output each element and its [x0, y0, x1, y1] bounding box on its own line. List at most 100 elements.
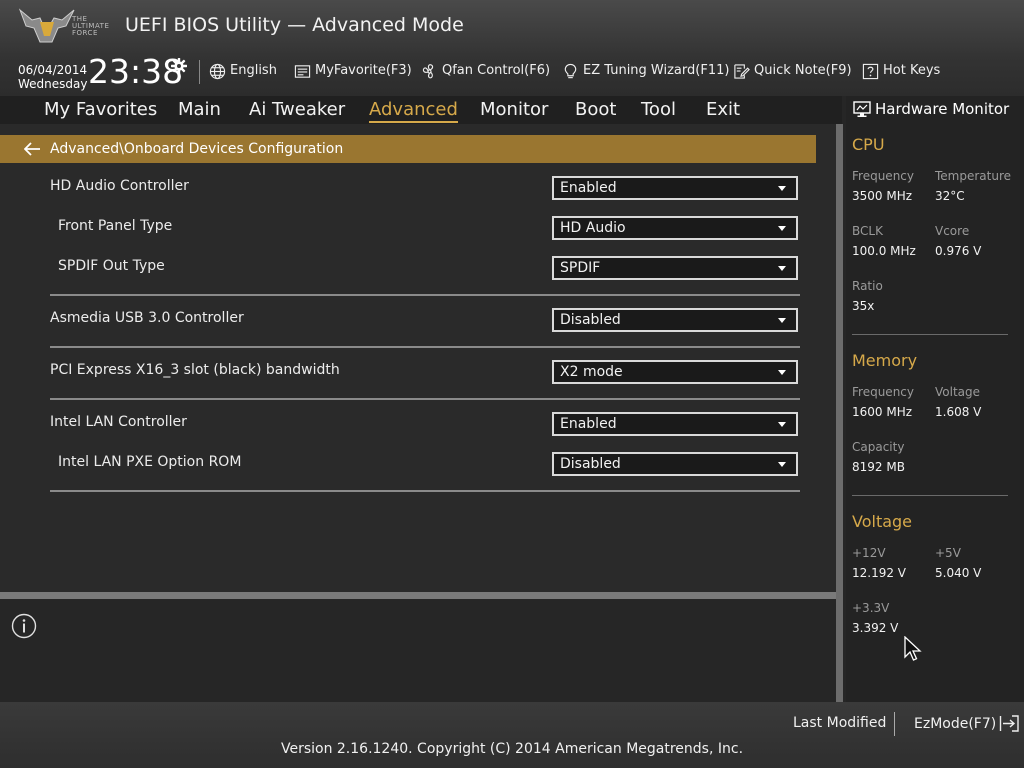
caret-down-icon — [778, 226, 786, 231]
memory-capacity-value: 8192 MB — [852, 460, 905, 474]
memory-voltage-value: 1.608 V — [935, 405, 982, 419]
dropdown-intel-lan-controller[interactable]: Enabled — [552, 412, 798, 436]
caret-down-icon — [778, 266, 786, 271]
logo-text: THE ULTIMATE FORCE — [72, 16, 109, 37]
date-display: 06/04/2014 Wednesday — [18, 63, 87, 91]
header-bar: THE ULTIMATE FORCE UEFI BIOS Utility — A… — [0, 0, 1024, 96]
setting-label-asmedia-usb3: Asmedia USB 3.0 Controller — [50, 310, 244, 326]
exit-arrow-icon — [1000, 715, 1019, 732]
dropdown-value: Enabled — [560, 180, 617, 196]
dropdown-value: SPDIF — [560, 260, 601, 276]
question-icon — [862, 63, 879, 79]
caret-down-icon — [778, 186, 786, 191]
dropdown-asmedia-usb3[interactable]: Disabled — [552, 308, 798, 332]
cpu-ratio-label: Ratio — [852, 279, 883, 293]
tab-boot[interactable]: Boot — [575, 99, 616, 121]
mouse-cursor-icon — [904, 636, 922, 661]
v33-value: 3.392 V — [852, 621, 899, 635]
hardware-monitor-panel: Hardware Monitor CPU Frequency Temperatu… — [846, 96, 1024, 702]
footer-separator — [894, 712, 895, 736]
v12-value: 12.192 V — [852, 566, 907, 580]
tab-main[interactable]: Main — [178, 99, 221, 121]
cpu-bclk-value: 100.0 MHz — [852, 244, 916, 258]
dropdown-value: HD Audio — [560, 220, 626, 236]
hot-keys-button[interactable]: Hot Keys — [862, 62, 940, 80]
cpu-vcore-value: 0.976 V — [935, 244, 982, 258]
tab-ai-tweaker[interactable]: Ai Tweaker — [249, 99, 345, 121]
fan-icon — [422, 63, 434, 78]
panel-splitter[interactable] — [0, 592, 836, 599]
quick-note-button[interactable]: Quick Note(F9) — [733, 62, 852, 80]
caret-down-icon — [778, 370, 786, 375]
last-modified-button[interactable]: Last Modified — [793, 715, 886, 731]
voltage-section-title: Voltage — [852, 512, 913, 531]
globe-icon — [209, 63, 226, 79]
logo-line: FORCE — [72, 29, 98, 37]
setting-label-intel-lan-pxe-rom: Intel LAN PXE Option ROM — [58, 454, 242, 470]
tab-tool[interactable]: Tool — [641, 99, 676, 121]
hw-divider — [852, 334, 1008, 335]
lightbulb-icon — [564, 63, 577, 78]
ez-tuning-wizard-button[interactable]: EZ Tuning Wizard(F11) — [562, 62, 729, 80]
language-label: English — [230, 63, 277, 78]
hw-divider — [852, 495, 1008, 496]
dropdown-front-panel-type[interactable]: HD Audio — [552, 216, 798, 240]
ezmode-label: EzMode(F7) — [914, 715, 997, 732]
breadcrumb[interactable]: Advanced\Onboard Devices Configuration — [0, 135, 816, 163]
setting-label-hd-audio-controller: HD Audio Controller — [50, 178, 189, 194]
breadcrumb-path: Advanced\Onboard Devices Configuration — [50, 141, 344, 157]
dropdown-value: Disabled — [560, 312, 621, 328]
cpu-bclk-label: BCLK — [852, 224, 883, 238]
dropdown-pcie-x16-3-bandwidth[interactable]: X2 mode — [552, 360, 798, 384]
myfavorite-button[interactable]: MyFavorite(F3) — [294, 62, 412, 80]
cpu-vcore-label: Vcore — [935, 224, 970, 238]
hardware-monitor-label: Hardware Monitor — [875, 100, 1010, 118]
ez-tuning-label: EZ Tuning Wizard(F11) — [583, 63, 730, 78]
dropdown-hd-audio-controller[interactable]: Enabled — [552, 176, 798, 200]
memory-capacity-label: Capacity — [852, 440, 905, 454]
memory-voltage-label: Voltage — [935, 385, 981, 399]
tab-advanced[interactable]: Advanced — [369, 99, 458, 123]
clock-display: 23:38 — [88, 52, 184, 91]
tab-my-favorites[interactable]: My Favorites — [44, 99, 157, 121]
setting-label-pcie-x16-3-bandwidth: PCI Express X16_3 slot (black) bandwidth — [50, 362, 340, 378]
quick-note-label: Quick Note(F9) — [754, 63, 852, 78]
v5-value: 5.040 V — [935, 566, 982, 580]
section-divider — [50, 490, 800, 492]
footer-bar: Last Modified EzMode(F7) Version 2.16.12… — [0, 702, 1024, 768]
dropdown-intel-lan-pxe-rom[interactable]: Disabled — [552, 452, 798, 476]
note-pencil-icon — [734, 63, 750, 79]
language-button[interactable]: English — [209, 62, 277, 80]
tab-exit[interactable]: Exit — [706, 99, 740, 121]
v12-label: +12V — [852, 546, 886, 560]
caret-down-icon — [778, 422, 786, 427]
qfan-label: Qfan Control(F6) — [442, 63, 551, 78]
myfavorite-label: MyFavorite(F3) — [315, 63, 412, 78]
cpu-section-title: CPU — [852, 135, 885, 154]
section-divider — [50, 346, 800, 348]
setting-label-spdif-out-type: SPDIF Out Type — [58, 258, 165, 274]
monitor-icon — [853, 100, 871, 117]
dropdown-spdif-out-type[interactable]: SPDIF — [552, 256, 798, 280]
app-title: UEFI BIOS Utility — Advanced Mode — [125, 14, 464, 36]
hardware-monitor-title: Hardware Monitor — [853, 100, 1009, 118]
favorite-list-icon — [294, 64, 311, 78]
memory-section-title: Memory — [852, 351, 918, 370]
caret-down-icon — [778, 318, 786, 323]
cpu-frequency-value: 3500 MHz — [852, 189, 913, 203]
dropdown-value: Disabled — [560, 456, 621, 472]
help-info-area — [0, 599, 836, 702]
v5-label: +5V — [935, 546, 961, 560]
cpu-temperature-value: 32°C — [935, 189, 965, 203]
tab-monitor[interactable]: Monitor — [480, 99, 548, 121]
gear-icon[interactable] — [171, 58, 187, 74]
setting-label-intel-lan-controller: Intel LAN Controller — [50, 414, 187, 430]
setting-label-front-panel-type: Front Panel Type — [58, 218, 173, 234]
vertical-scrollbar[interactable] — [836, 124, 843, 702]
qfan-control-button[interactable]: Qfan Control(F6) — [421, 62, 550, 80]
back-arrow-icon[interactable] — [24, 142, 41, 156]
ezmode-button[interactable]: EzMode(F7) — [914, 715, 1019, 732]
memory-frequency-value: 1600 MHz — [852, 405, 913, 419]
dropdown-value: Enabled — [560, 416, 617, 432]
memory-frequency-label: Frequency — [852, 385, 914, 399]
